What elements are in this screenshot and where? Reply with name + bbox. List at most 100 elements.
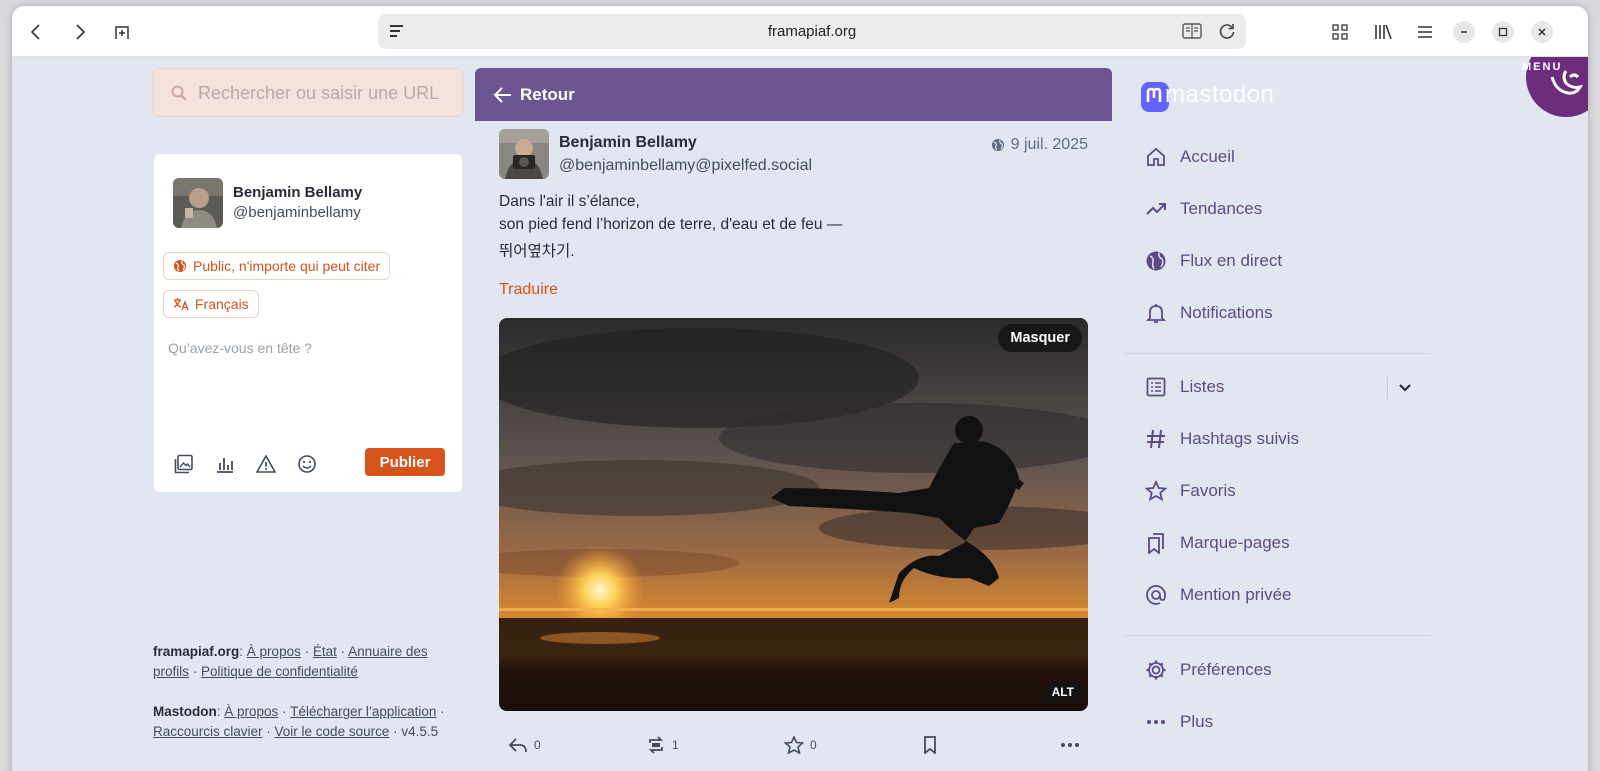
footer-version: v4.5.5 (401, 724, 439, 739)
alt-text-badge[interactable]: ALT (1043, 681, 1082, 703)
nav-item-hashtags-suivis[interactable]: Hashtags suivis (1144, 427, 1299, 451)
home-icon (1144, 145, 1168, 169)
new-tab-icon[interactable] (109, 19, 135, 45)
boost-icon (648, 736, 664, 754)
server-footer: framapiaf.org: À propos · État · Annuair… (153, 644, 428, 679)
bookmark-button[interactable] (922, 736, 938, 754)
compose-form: Benjamin Bellamy @benjaminbellamy Public… (153, 153, 463, 493)
status-timestamp[interactable]: 9 juil. 2025 (991, 136, 1088, 154)
favourite-count: 0 (810, 738, 817, 752)
nav-item-notifications[interactable]: Notifications (1144, 301, 1273, 325)
reply-icon (508, 738, 527, 753)
reply-button[interactable]: 0 (508, 736, 541, 754)
back-nav-icon[interactable] (23, 19, 49, 45)
mastodon-logo[interactable]: mastodon (1141, 78, 1281, 114)
list-icon (1144, 375, 1168, 399)
nav-label: Hashtags suivis (1180, 429, 1300, 448)
footer-server-name: framapiaf.org (153, 644, 240, 659)
close-icon[interactable] (1531, 21, 1553, 43)
reload-icon[interactable] (1218, 22, 1236, 45)
composer-handle[interactable]: @benjaminbellamy (233, 204, 361, 221)
menu-label[interactable]: MENU (1522, 61, 1562, 73)
grid-apps-icon[interactable] (1327, 19, 1353, 45)
reader-mode-icon[interactable] (1182, 23, 1202, 44)
status-text-line: Dans l'air il s’élance, (499, 193, 640, 210)
minimize-icon[interactable] (1453, 21, 1475, 43)
nav-item-marque-pages[interactable]: Marque-pages (1144, 531, 1290, 555)
author-name[interactable]: Benjamin Bellamy (559, 134, 697, 152)
mastodon-footer: Mastodon: À propos · Télécharger l’appli… (153, 704, 445, 739)
trending-icon (1144, 197, 1168, 221)
media-upload-icon[interactable] (174, 454, 194, 474)
nav-item-tendances[interactable]: Tendances (1144, 197, 1262, 221)
visibility-selector[interactable]: Public, n'importe qui peut citer (163, 252, 391, 280)
footer-link-privacy[interactable]: Politique de confidentialité (201, 664, 358, 679)
language-label: Français (195, 296, 249, 312)
compose-textarea[interactable]: Qu’avez-vous en tête ? (168, 340, 312, 356)
content-warning-icon[interactable] (255, 454, 277, 474)
sunset-photo (499, 318, 1088, 711)
page-content: Rechercher ou saisir une URL Benjamin Be… (12, 57, 1588, 771)
forward-nav-icon[interactable] (67, 19, 93, 45)
search-placeholder: Rechercher ou saisir une URL (198, 83, 440, 103)
globe-icon (1144, 249, 1168, 273)
media-attachment[interactable]: Masquer ALT (499, 318, 1088, 711)
translate-icon (173, 298, 189, 311)
listes-separator (1387, 377, 1388, 399)
at-icon (1144, 583, 1168, 607)
emoji-icon[interactable] (297, 454, 317, 474)
avatar[interactable] (173, 178, 223, 228)
nav-divider (1125, 353, 1431, 354)
composer-name[interactable]: Benjamin Bellamy (233, 184, 362, 201)
footer-link-mastodon-about[interactable]: À propos (224, 704, 278, 719)
hashtag-icon (1144, 427, 1168, 451)
publish-button[interactable]: Publier (365, 448, 445, 476)
nav-label: Préférences (1180, 660, 1272, 679)
translate-button[interactable]: Traduire (499, 281, 558, 299)
search-icon (170, 84, 188, 107)
visibility-label: Public, n'importe qui peut citer (193, 258, 381, 274)
bookmark-icon (924, 736, 936, 754)
nav-label: Flux en direct (1180, 251, 1283, 270)
footer-link-shortcuts[interactable]: Raccourcis clavier (153, 724, 263, 739)
status-text-line: son pied fend l’horizon de terre, d'eau … (499, 216, 843, 233)
footer-link-status[interactable]: État (313, 644, 337, 659)
more-options-button[interactable] (1060, 736, 1080, 754)
language-selector[interactable]: Français (163, 290, 259, 318)
author-avatar[interactable] (499, 129, 549, 179)
hide-media-button[interactable]: Masquer (998, 324, 1082, 352)
nav-item-flux-en-direct[interactable]: Flux en direct (1144, 249, 1282, 273)
nav-item-plus[interactable]: Plus (1144, 710, 1213, 734)
author-handle[interactable]: @benjaminbellamy@pixelfed.social (559, 157, 812, 175)
hamburger-menu-icon[interactable] (1412, 19, 1438, 45)
favourite-button[interactable]: 0 (784, 736, 817, 754)
boost-button[interactable]: 1 (646, 736, 679, 754)
bookmarks-icon (1144, 531, 1168, 555)
status-detail: Benjamin Bellamy @benjaminbellamy@pixelf… (475, 121, 1112, 771)
footer-link-download-app[interactable]: Télécharger l’application (290, 704, 436, 719)
nav-label: Plus (1180, 712, 1214, 731)
gear-icon (1144, 658, 1168, 682)
poll-icon[interactable] (215, 454, 235, 474)
nav-item-preferences[interactable]: Préférences (1144, 658, 1272, 682)
chevron-down-icon[interactable] (1395, 379, 1415, 402)
nav-item-accueil[interactable]: Accueil (1144, 145, 1235, 169)
status-date: 9 juil. 2025 (1010, 136, 1088, 153)
footer-link-source[interactable]: Voir le code source (275, 724, 390, 739)
nav-item-favoris[interactable]: Favoris (1144, 479, 1236, 503)
url-text[interactable]: framapiaf.org (378, 23, 1246, 40)
nav-item-listes[interactable]: Listes (1144, 375, 1224, 399)
nav-label: Favoris (1180, 481, 1236, 500)
search-input[interactable]: Rechercher ou saisir une URL (153, 68, 463, 117)
nav-label: Notifications (1180, 303, 1273, 322)
boost-count: 1 (672, 738, 679, 752)
nav-item-mention-privee[interactable]: Mention privée (1144, 583, 1292, 607)
footer-link-about[interactable]: À propos (247, 644, 301, 659)
maximize-icon[interactable] (1492, 21, 1514, 43)
nav-divider (1125, 635, 1431, 636)
address-bar[interactable]: framapiaf.org (378, 14, 1246, 49)
column-header: Retour (475, 68, 1112, 121)
back-arrow-icon[interactable] (493, 86, 513, 109)
back-button[interactable]: Retour (520, 85, 575, 105)
library-icon[interactable] (1370, 19, 1396, 45)
